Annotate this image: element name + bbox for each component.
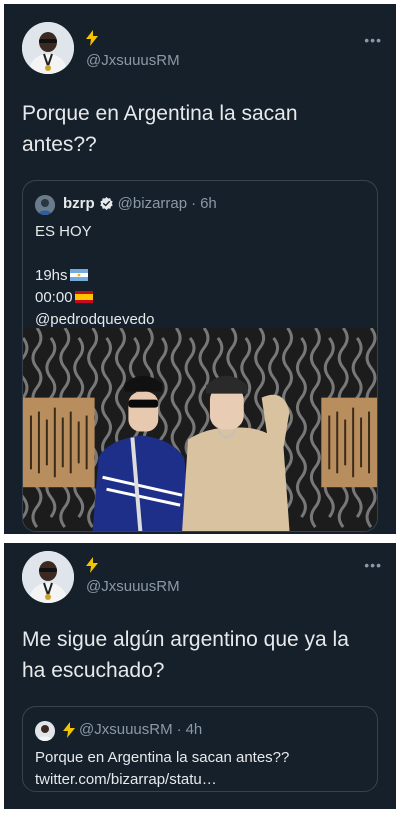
quoted-line-time-es: 00:00	[35, 287, 367, 309]
quoted-photo[interactable]	[23, 328, 377, 531]
tweet-card-2[interactable]: @JxsuuusRM ••• Me sigue algún argentino …	[4, 543, 396, 809]
author-handle[interactable]: @JxsuuusRM	[86, 52, 180, 69]
spain-flag-icon	[74, 291, 93, 303]
author-name[interactable]	[86, 30, 98, 49]
bolt-icon	[86, 30, 98, 46]
separator-dot: ·	[176, 721, 182, 738]
verified-badge-icon	[99, 196, 113, 211]
quoted-line-time-ar: 19hs	[35, 265, 367, 287]
argentina-flag-icon	[69, 269, 88, 281]
quoted-line: Porque en Argentina la sacan antes??	[35, 749, 290, 766]
quoted-header: @JxsuuusRM · 4h	[63, 721, 367, 738]
quoted-line-blank	[35, 243, 367, 265]
author-handle[interactable]: @JxsuuusRM	[86, 578, 180, 595]
quoted-author-handle[interactable]: @bizarrap	[118, 195, 187, 212]
quoted-link[interactable]: twitter.com/bizarrap/statu…	[35, 769, 367, 791]
quoted-author-avatar[interactable]	[35, 721, 55, 741]
quoted-timestamp[interactable]: 6h	[200, 195, 217, 212]
quoted-line: ES HOY	[35, 223, 92, 240]
time-argentina: 19hs	[35, 267, 68, 284]
more-options-icon[interactable]: •••	[364, 557, 382, 573]
author-avatar[interactable]	[22, 551, 74, 603]
more-options-icon[interactable]: •••	[364, 32, 382, 48]
quoted-author-handle[interactable]: @JxsuuusRM	[79, 721, 173, 738]
quoted-timestamp[interactable]: 4h	[186, 721, 203, 738]
quoted-tweet[interactable]: @JxsuuusRM · 4h Porque en Argentina la s…	[22, 706, 378, 792]
quoted-author-avatar[interactable]	[35, 195, 55, 215]
separator-dot: ·	[191, 195, 197, 212]
tweet-text: Me sigue algún argentino que ya la ha es…	[22, 628, 349, 682]
quoted-tweet[interactable]: bzrp @bizarrap · 6h ES HOY 19hs 00:00 @p…	[22, 180, 378, 532]
bolt-icon	[86, 557, 98, 573]
time-spain: 00:00	[35, 289, 73, 306]
author-name[interactable]	[86, 557, 98, 576]
author-avatar[interactable]	[22, 22, 74, 74]
quoted-text: Porque en Argentina la sacan antes?? twi…	[35, 747, 367, 791]
quoted-author-name[interactable]: bzrp	[63, 195, 95, 212]
quoted-header: bzrp @bizarrap · 6h	[63, 195, 367, 212]
bolt-icon	[63, 721, 75, 738]
quoted-text: ES HOY 19hs 00:00 @pedrodquevedo	[35, 221, 367, 331]
tweet-card-1[interactable]: @JxsuuusRM ••• Porque en Argentina la sa…	[4, 4, 396, 534]
tweet-text: Porque en Argentina la sacan antes??	[22, 102, 298, 156]
